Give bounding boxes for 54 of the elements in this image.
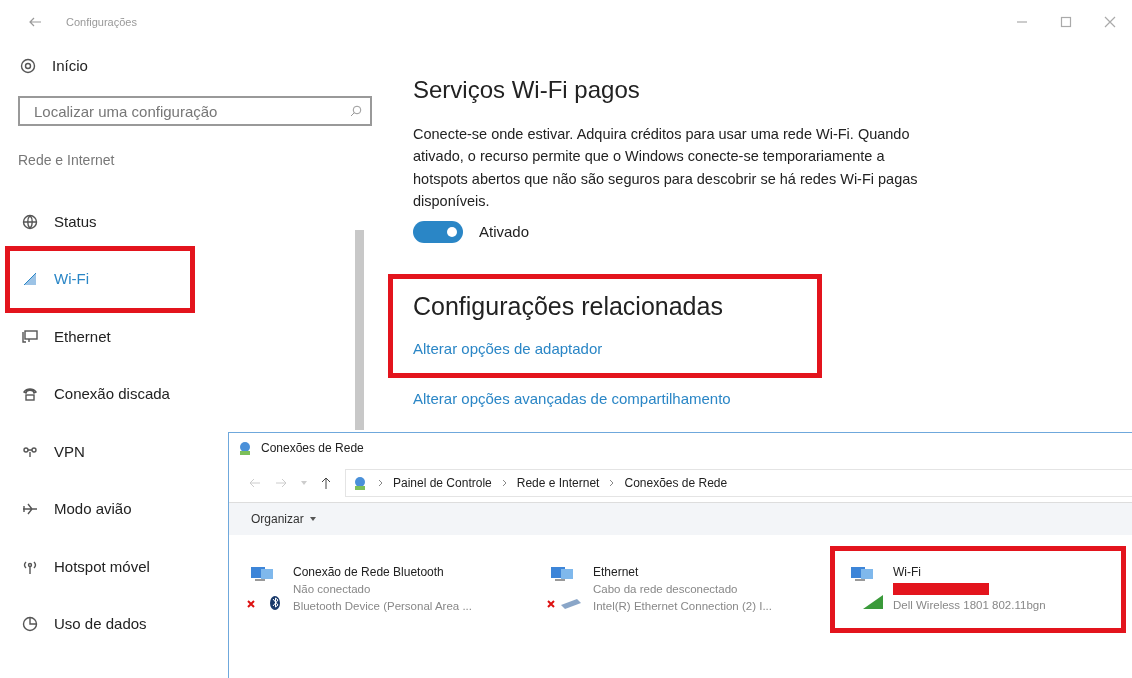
network-folder-icon (237, 440, 253, 456)
home-link[interactable]: Início (52, 54, 88, 78)
sidebar-item[interactable]: VPN (18, 423, 192, 481)
maximize-icon[interactable] (1060, 16, 1072, 28)
adapter-name: Ethernet (593, 564, 640, 581)
explorer-title: Conexões de Rede (261, 440, 364, 457)
up-arrow-icon[interactable] (321, 476, 331, 489)
breadcrumb[interactable]: Painel de Controle (393, 473, 492, 492)
dropdown-caret-icon[interactable] (301, 480, 307, 485)
network-adapter[interactable]: Conexão de Rede Bluetooth Não conectado Bluetooth Device (Personal Area ... (243, 559, 543, 620)
sidebar-item[interactable]: Hotspot móvel (18, 538, 192, 596)
sidebar-item[interactable]: Conexão discada (18, 365, 192, 423)
related-settings-title: Configurações relacionadas (413, 291, 724, 322)
description-text: Conecte-se onde estivar. Adquira créditos para usar uma rede Wi-Fi. Quando ativado, o recurso permite que o Windows conecte-se temporariamente a hotspots abertos que não são seguros para descobrir se há redes Wi-Fi pagas disponíveis. (413, 124, 919, 212)
search-field[interactable]: Localizar uma configuração (18, 96, 372, 126)
pie-chart-icon (22, 616, 38, 633)
sidebar-item[interactable]: Ethernet (18, 308, 192, 366)
organize-menu[interactable]: Organizar (251, 510, 304, 528)
breadcrumb[interactable]: Conexões de Rede (624, 473, 728, 492)
window-title: Configurações (66, 14, 137, 30)
close-icon[interactable] (1104, 16, 1116, 28)
search-icon (350, 105, 362, 117)
adapter-name: Conexão de Rede Bluetooth (293, 564, 445, 581)
adapter-device: Dell Wireless 1801 802.11bgn (893, 598, 1046, 613)
chevron-icon (378, 478, 383, 487)
toggle-label: Ativado (479, 221, 530, 242)
toggle-switch[interactable] (413, 220, 463, 243)
adapter-device: Intel(R) Ethernet Connection (2) I... (593, 599, 772, 615)
back-arrow-icon[interactable] (28, 17, 42, 27)
section-title: Serviços Wi-Fi pagos (413, 76, 641, 105)
adapter-options-link[interactable]: Alterar opções de adaptador (413, 338, 603, 361)
sharing-options-link[interactable]: Alterar opções avançadas de compartilhamento (413, 388, 731, 411)
chevron-icon (501, 478, 507, 487)
breadcrumb[interactable]: Rede e Internet (516, 473, 600, 492)
chevron-icon (609, 478, 615, 487)
adapter-device: Bluetooth Device (Personal Area ... (293, 599, 472, 615)
network-adapter[interactable]: Ethernet Cabo da rede desconectado Intel(R) Ethernet Connection (2) I... (543, 559, 843, 620)
sidebar-item[interactable]: Uso de dados (18, 595, 192, 653)
back-arrow-icon[interactable] (249, 477, 261, 488)
sidebar-item[interactable]: Status (18, 193, 192, 251)
section-heading: Rede e Internet (18, 151, 116, 170)
network-adapter[interactable]: Wi-Fi Dell Wireless 1801 802.11bgn (843, 559, 1113, 620)
wifi-signal-icon (22, 271, 38, 288)
adapter-name: Wi-Fi (893, 564, 922, 581)
dropdown-caret-icon (309, 517, 316, 521)
scrollbar[interactable] (355, 230, 364, 430)
ethernet-monitor-icon (22, 328, 38, 345)
network-folder-icon (352, 474, 368, 491)
forward-arrow-icon[interactable] (275, 477, 287, 488)
sidebar-item[interactable]: Modo avião (18, 480, 192, 538)
adapter-status: Não conectado (293, 582, 372, 597)
dial-up-phone-icon (22, 386, 38, 403)
adapter-status: Cabo da rede desconectado (593, 582, 739, 597)
globe-icon (22, 213, 38, 230)
